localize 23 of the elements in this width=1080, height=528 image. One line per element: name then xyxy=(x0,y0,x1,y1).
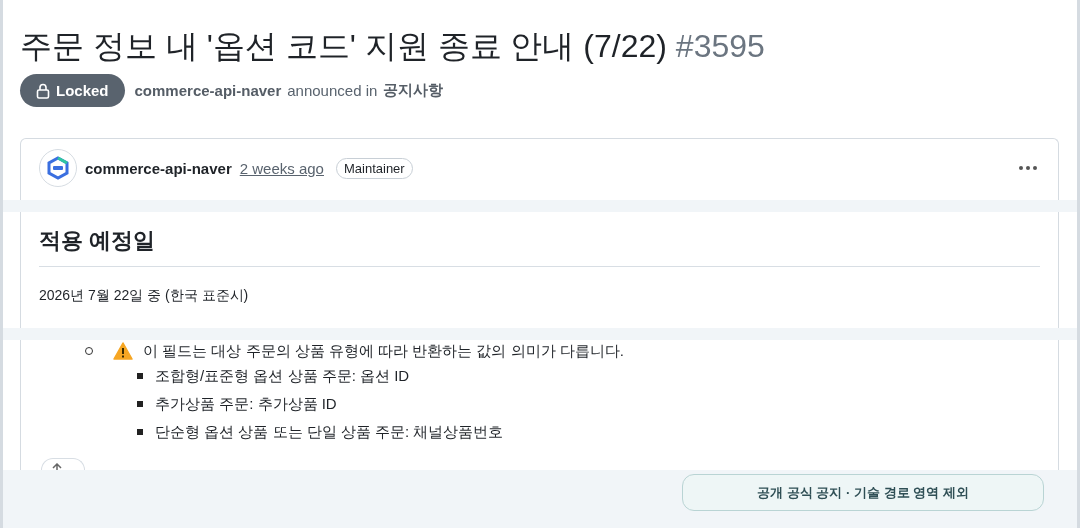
footer-button[interactable]: 공개 공식 공지 · 기술 경로 영역 제외 xyxy=(682,474,1044,511)
discussion-title: 주문 정보 내 '옵션 코드' 지원 종료 안내 (7/22) xyxy=(20,28,667,64)
list-item: 조합형/표준형 옵션 상품 주문: 옵션 ID xyxy=(155,366,410,386)
avatar-icon[interactable] xyxy=(39,149,77,187)
announced-text: announced in xyxy=(287,82,378,99)
date-text: 2026년 7월 22일 중 (한국 표준시) xyxy=(39,287,250,305)
post-time[interactable]: 2 weeks ago xyxy=(239,159,324,177)
bullet-icon xyxy=(137,373,143,379)
lock-icon xyxy=(36,82,50,99)
bullet-icon xyxy=(137,429,143,435)
bullet-icon xyxy=(137,401,143,407)
post-author[interactable]: commerce-api-naver xyxy=(85,159,232,177)
locked-label: Locked xyxy=(56,82,109,99)
arrow-up-icon xyxy=(51,463,63,470)
warning-icon xyxy=(113,342,133,360)
list-item: 단순형 옵션 상품 또는 단일 상품 주문: 채널상품번호 xyxy=(155,422,504,442)
more-options-icon[interactable] xyxy=(1018,165,1038,171)
category-link[interactable]: 공지사항 xyxy=(383,81,444,100)
section-heading: 적용 예정일 xyxy=(39,226,1040,267)
author-link[interactable]: commerce-api-naver xyxy=(134,82,282,99)
discussion-number: #3595 xyxy=(675,28,765,64)
list-item: 추가상품 주문: 추가상품 ID xyxy=(155,394,337,414)
note-text: 이 필드는 대상 주문의 상품 유형에 따라 반환하는 값의 의미가 다릅니다. xyxy=(143,341,624,361)
